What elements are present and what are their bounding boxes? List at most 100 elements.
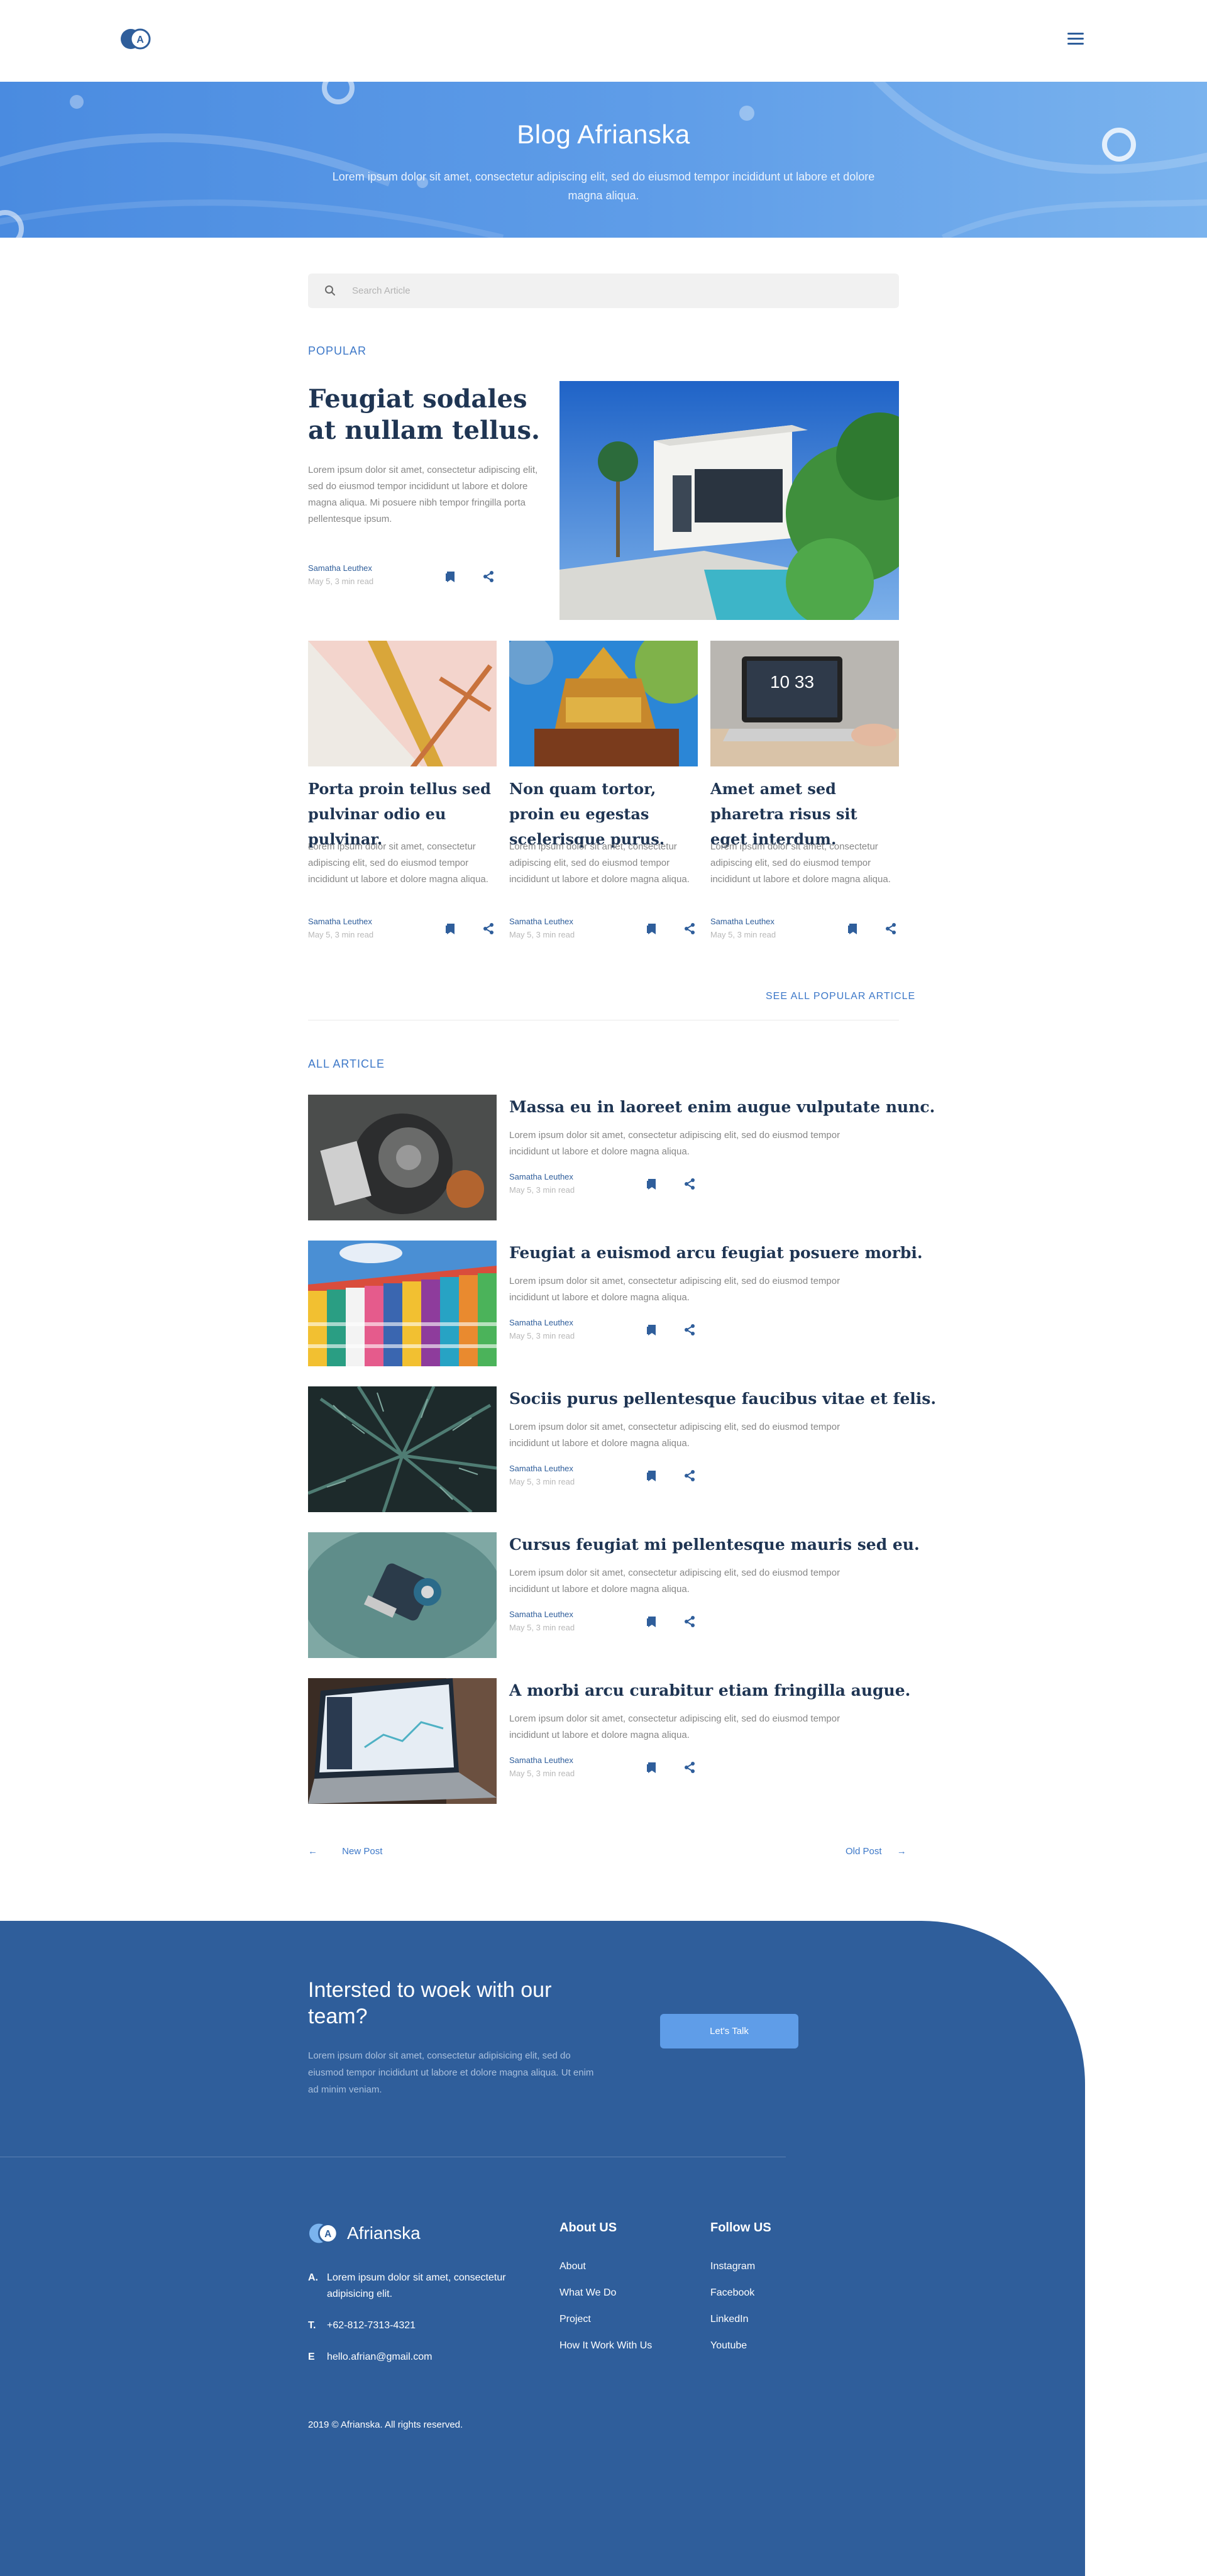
article-date: May 5, 3 min read [509,1331,575,1341]
article-image-5[interactable] [308,1678,497,1804]
contact-email: Ehello.afrian@gmail.com [308,2349,509,2365]
arrow-left-icon: ← [308,1846,317,1857]
share-icon[interactable] [683,1323,697,1337]
see-all-popular-link[interactable]: SEE ALL POPULAR ARTICLE [766,991,915,1002]
footer-link-what-we-do[interactable]: What We Do [559,2287,616,2299]
article-date: May 5, 3 min read [710,930,776,939]
article-author[interactable]: Samatha Leuthex [308,563,373,573]
older-posts-link[interactable]: Old Post → [846,1846,907,1857]
share-icon[interactable] [884,922,898,936]
contact-address: A. Lorem ipsum dolor sit amet, consectetu… [308,2270,509,2302]
contact-key: A. [308,2272,318,2283]
newer-posts-label: New Post [342,1846,383,1857]
contact-phone: T. +62-812-7313-4321 [308,2318,509,2334]
contact-value[interactable]: hello.afrian@gmail.com [327,2349,509,2365]
article-author[interactable]: Samatha Leuthex [509,1610,575,1619]
article-title-5[interactable]: A morbi arcu curabitur etiam fringilla a… [509,1681,910,1700]
older-posts-label: Old Post [846,1846,882,1857]
card-meta-2: Samatha Leuthex May 5, 3 min read [509,917,575,939]
share-icon[interactable] [482,570,495,583]
share-icon[interactable] [683,1469,697,1483]
logo-icon[interactable]: A [119,28,152,50]
share-icon[interactable] [683,922,697,936]
top-navbar: A [0,0,1207,82]
article-excerpt-4: Lorem ipsum dolor sit amet, consectetur … [509,1567,840,1595]
bookmark-icon[interactable] [645,1615,659,1628]
share-icon[interactable] [482,922,495,936]
article-date: May 5, 3 min read [509,1769,575,1778]
featured-article-image[interactable] [559,381,899,620]
article-date: May 5, 3 min read [509,930,575,939]
footer-link-facebook[interactable]: Facebook [710,2287,754,2299]
svg-text:A: A [136,35,144,45]
share-icon[interactable] [683,1761,697,1774]
article-title-4[interactable]: Cursus feugiat mi pellentesque mauris se… [509,1535,920,1554]
article-meta-4: Samatha Leuthex May 5, 3 min read [509,1610,575,1632]
article-author[interactable]: Samatha Leuthex [509,1172,575,1181]
share-icon[interactable] [683,1177,697,1191]
contact-key: E [308,2352,315,2362]
article-title-2[interactable]: Feugiat a euismod arcu feugiat posuere m… [509,1244,923,1262]
article-date: May 5, 3 min read [509,1185,575,1195]
article-author[interactable]: Samatha Leuthex [509,1318,575,1327]
card-excerpt-2: Lorem ipsum dolor sit amet, consectetur … [509,841,690,885]
footer-link-about[interactable]: About [559,2261,586,2272]
article-image-2[interactable] [308,1241,497,1366]
lets-talk-button[interactable]: Let's Talk [660,2014,798,2048]
footer-logo-icon[interactable]: A [308,2222,339,2245]
footer-brand-name[interactable]: Afrianska [347,2223,421,2243]
article-author[interactable]: Samatha Leuthex [308,917,373,926]
search-input[interactable] [352,274,880,308]
article-date: May 5, 3 min read [308,930,374,939]
bookmark-icon[interactable] [645,1323,659,1337]
featured-article-title[interactable]: Feugiat sodales at nullam tellus. [308,384,547,446]
article-excerpt-3: Lorem ipsum dolor sit amet, consectetur … [509,1422,840,1449]
search-bar [308,274,899,308]
article-title-3[interactable]: Sociis purus pellentesque faucibus vitae… [509,1390,936,1408]
footer-link-linkedin[interactable]: LinkedIn [710,2314,749,2325]
share-icon[interactable] [683,1615,697,1628]
article-meta-3: Samatha Leuthex May 5, 3 min read [509,1464,575,1486]
bookmark-icon[interactable] [444,922,458,936]
page-subtitle: Lorem ipsum dolor sit amet, consectetur … [332,170,875,202]
article-meta-1: Samatha Leuthex May 5, 3 min read [509,1172,575,1195]
newer-posts-link[interactable]: ← New Post [308,1846,382,1857]
card-image-3[interactable]: 10 33 [710,641,899,766]
card-image-2[interactable] [509,641,698,766]
article-image-4[interactable] [308,1532,497,1658]
copyright-text: 2019 © Afrianska. All rights reserved. [308,2419,463,2430]
article-meta-5: Samatha Leuthex May 5, 3 min read [509,1755,575,1778]
popular-section-label: POPULAR [308,345,367,357]
hamburger-menu-icon[interactable] [1067,33,1084,45]
article-author[interactable]: Samatha Leuthex [710,917,776,926]
cta-text: Lorem ipsum dolor sit amet, consectetur … [308,2050,594,2095]
bookmark-icon[interactable] [645,1761,659,1774]
featured-article-excerpt: Lorem ipsum dolor sit amet, consectetur … [308,465,538,524]
bookmark-icon[interactable] [645,1177,659,1191]
featured-article-meta: Samatha Leuthex May 5, 3 min read [308,563,373,586]
card-excerpt-1: Lorem ipsum dolor sit amet, consectetur … [308,841,488,885]
bookmark-icon[interactable] [645,1469,659,1483]
article-date: May 5, 3 min read [509,1477,575,1486]
article-excerpt-5: Lorem ipsum dolor sit amet, consectetur … [509,1713,840,1740]
card-image-1[interactable] [308,641,497,766]
contact-key: T. [308,2320,316,2331]
article-excerpt-1: Lorem ipsum dolor sit amet, consectetur … [509,1130,840,1157]
article-author[interactable]: Samatha Leuthex [509,1755,575,1765]
page-title: Blog Afrianska [517,119,690,149]
article-author[interactable]: Samatha Leuthex [509,1464,575,1473]
footer-link-instagram[interactable]: Instagram [710,2261,755,2272]
bookmark-icon[interactable] [444,570,458,583]
bookmark-icon[interactable] [846,922,860,936]
footer-link-project[interactable]: Project [559,2314,591,2325]
article-title-1[interactable]: Massa eu in laoreet enim augue vulputate… [509,1098,935,1116]
follow-us-heading: Follow US [710,2221,771,2235]
footer-link-how-it-works[interactable]: How It Work With Us [559,2340,652,2352]
contact-value[interactable]: +62-812-7313-4321 [327,2318,509,2334]
footer-link-youtube[interactable]: Youtube [710,2340,747,2352]
bookmark-icon[interactable] [645,922,659,936]
card-meta-3: Samatha Leuthex May 5, 3 min read [710,917,776,939]
article-image-1[interactable] [308,1095,497,1220]
article-author[interactable]: Samatha Leuthex [509,917,575,926]
article-image-3[interactable] [308,1386,497,1512]
